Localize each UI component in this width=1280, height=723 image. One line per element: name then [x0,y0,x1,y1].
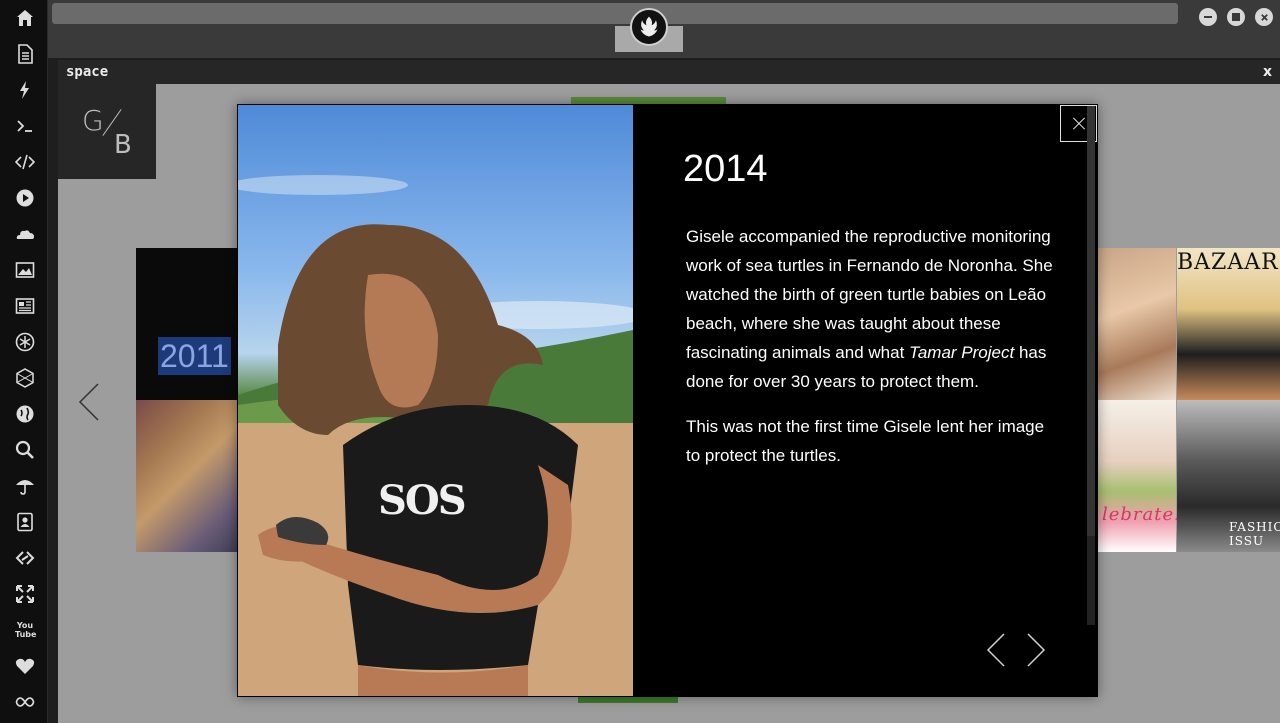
modal-paragraph: Gisele accompanied the reproductive moni… [686,227,1053,391]
infinity-icon[interactable] [12,689,38,715]
image-icon[interactable] [12,257,38,283]
umbrella-icon[interactable] [12,473,38,499]
search-icon[interactable] [12,437,38,463]
window-title-text: space [66,64,109,80]
modal-next-arrow-icon[interactable] [1025,632,1047,668]
home-icon[interactable] [12,5,38,31]
previous-arrow-icon[interactable] [76,382,102,422]
maximize-button[interactable] [1227,8,1245,26]
document-icon[interactable] [12,41,38,67]
modal-year-heading: 2014 [683,148,768,190]
timeline-photo[interactable] [136,400,238,552]
rebel-icon[interactable] [12,329,38,355]
news-icon[interactable] [12,293,38,319]
modal-scrollbar[interactable] [1087,106,1095,625]
left-dock: You Tube [0,0,48,723]
modal-body: Gisele accompanied the reproductive moni… [686,222,1056,486]
timeline-card[interactable] [136,248,238,400]
expand-icon[interactable] [12,581,38,607]
cloud-icon[interactable] [12,221,38,247]
rebel-emblem-icon[interactable] [630,8,668,46]
logo-letter-g: G [82,104,104,137]
globe-icon[interactable] [12,401,38,427]
logo-letter-b: B [114,130,132,160]
timeline-year-label[interactable]: 2011 [158,337,231,375]
magazine-title: BAZAAR [1177,250,1279,275]
modal-prev-arrow-icon[interactable] [985,632,1007,668]
close-app-button[interactable] [1255,8,1273,26]
magazine-title: FASHION ISSU [1229,520,1280,548]
modal-photo: SOS [238,105,633,696]
magazine-cover[interactable]: lebrate! [1098,400,1181,552]
link-icon[interactable] [12,545,38,571]
magazine-cover[interactable]: BAZAAR [1177,248,1280,400]
window-title: space [58,60,1280,84]
heart-icon[interactable] [12,653,38,679]
hexagon-icon[interactable] [12,365,38,391]
code-icon[interactable] [12,149,38,175]
youtube-label: You Tube [15,621,37,639]
youtube-icon[interactable]: You Tube [12,617,38,643]
terminal-icon[interactable] [12,113,38,139]
shirt-logo-text: SOS [378,477,467,524]
magazine-title: lebrate! [1102,504,1183,525]
modal-scrollbar-thumb[interactable] [1087,106,1095,536]
window-close-button[interactable]: x [1263,60,1272,84]
lightning-icon[interactable] [12,77,38,103]
play-icon[interactable] [12,185,38,211]
gb-logo[interactable]: G B [58,84,156,179]
address-bar[interactable] [52,3,1178,24]
tamar-project-emphasis: Tamar Project [909,343,1015,362]
top-bar [48,0,1280,58]
magazine-cover[interactable] [1098,248,1176,400]
minimize-button[interactable] [1199,8,1217,26]
story-modal: SOS 2014 Gisele accompanied the reproduc… [237,104,1098,697]
modal-paragraph: This was not the first time Gisele lent … [686,417,1045,465]
contacts-icon[interactable] [12,509,38,535]
magazine-cover[interactable]: FASHION ISSU [1177,400,1280,552]
